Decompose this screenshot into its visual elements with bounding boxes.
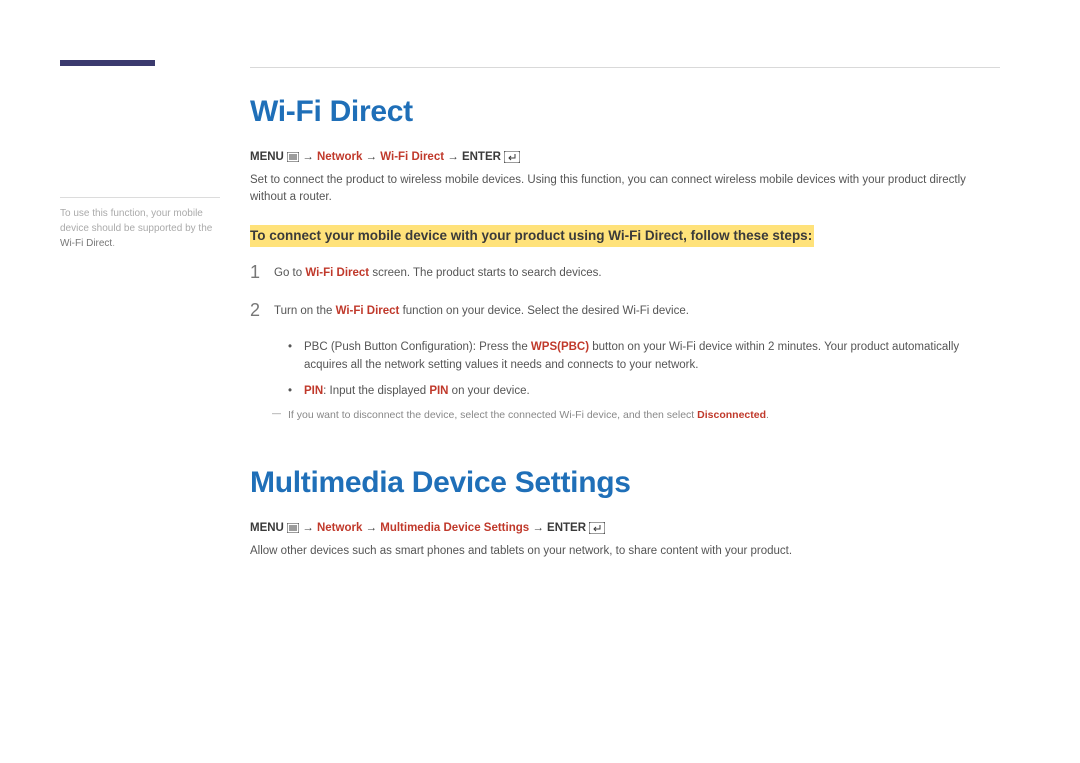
nav-arrow: → xyxy=(362,522,380,534)
nav-enter-label: ENTER xyxy=(462,151,501,163)
step-number: 1 xyxy=(250,263,274,283)
footnote-pre: If you want to disconnect the device, se… xyxy=(288,409,697,421)
step-2-pre: Turn on the xyxy=(274,305,336,317)
bullet-pin-t2: on your device. xyxy=(448,385,529,397)
nav-arrow: → xyxy=(529,522,547,534)
step-2: 2 Turn on the Wi-Fi Direct function on y… xyxy=(250,301,1000,321)
footnote-post: . xyxy=(766,409,769,421)
nav-menu-label: MENU xyxy=(250,522,284,534)
accent-bar xyxy=(60,60,155,66)
sidebar-note-strong: Wi-Fi Direct xyxy=(60,238,112,249)
step-text: Go to Wi-Fi Direct screen. The product s… xyxy=(274,263,1000,282)
nav-wifi-direct: Wi-Fi Direct xyxy=(380,151,444,163)
nav-menu-label: MENU xyxy=(250,151,284,163)
bullet-list: PBC (Push Button Configuration): Press t… xyxy=(250,339,1000,400)
heading-multimedia: Multimedia Device Settings xyxy=(250,466,1000,500)
bullet-pin: PIN: Input the displayed PIN on your dev… xyxy=(288,383,1000,401)
nav-path-wifi: MENU → Network → Wi-Fi Direct → ENTER xyxy=(250,151,1000,166)
enter-icon xyxy=(504,151,520,166)
nav-path-multimedia: MENU → Network → Multimedia Device Setti… xyxy=(250,522,1000,537)
bullet-pin-s2: PIN xyxy=(429,385,448,397)
steps-list: 1 Go to Wi-Fi Direct screen. The product… xyxy=(250,263,1000,321)
sidebar-note: To use this function, your mobile device… xyxy=(60,197,220,251)
step-2-strong: Wi-Fi Direct xyxy=(336,305,400,317)
step-1-strong: Wi-Fi Direct xyxy=(305,267,369,279)
sidebar-note-pre: To use this function, your mobile device… xyxy=(60,208,212,234)
nav-arrow: → xyxy=(362,151,380,163)
step-1-pre: Go to xyxy=(274,267,305,279)
bullet-pbc-pre: PBC (Push Button Configuration): Press t… xyxy=(304,341,531,353)
menu-icon xyxy=(287,523,299,536)
bullet-pbc-strong: WPS(PBC) xyxy=(531,341,589,353)
nav-enter-label: ENTER xyxy=(547,522,586,534)
bullet-pin-s1: PIN xyxy=(304,385,323,397)
main-content: Wi-Fi Direct MENU → Network → Wi-Fi Dire… xyxy=(250,95,1000,578)
step-1-post: screen. The product starts to search dev… xyxy=(369,267,601,279)
bullet-pin-t1: : Input the displayed xyxy=(323,385,429,397)
nav-arrow: → xyxy=(302,522,317,534)
nav-multimedia: Multimedia Device Settings xyxy=(380,522,529,534)
enter-icon xyxy=(589,522,605,537)
nav-arrow: → xyxy=(302,151,317,163)
horizontal-rule xyxy=(250,67,1000,68)
nav-arrow: → xyxy=(444,151,462,163)
page: To use this function, your mobile device… xyxy=(0,0,1080,763)
multimedia-description: Allow other devices such as smart phones… xyxy=(250,543,1000,560)
footnote-strong: Disconnected xyxy=(697,409,766,421)
menu-icon xyxy=(287,152,299,165)
nav-network: Network xyxy=(317,151,362,163)
bullet-pbc: PBC (Push Button Configuration): Press t… xyxy=(288,339,1000,375)
highlight-wrap: To connect your mobile device with your … xyxy=(250,225,1000,248)
connect-steps-heading: To connect your mobile device with your … xyxy=(250,225,814,248)
heading-wifi-direct: Wi-Fi Direct xyxy=(250,95,1000,129)
disconnect-footnote: If you want to disconnect the device, se… xyxy=(272,408,1000,424)
step-2-post: function on your device. Select the desi… xyxy=(399,305,689,317)
nav-network: Network xyxy=(317,522,362,534)
wifi-description: Set to connect the product to wireless m… xyxy=(250,172,1000,207)
sidebar-note-post: . xyxy=(112,238,115,249)
step-number: 2 xyxy=(250,301,274,321)
step-1: 1 Go to Wi-Fi Direct screen. The product… xyxy=(250,263,1000,283)
step-text: Turn on the Wi-Fi Direct function on you… xyxy=(274,301,1000,320)
